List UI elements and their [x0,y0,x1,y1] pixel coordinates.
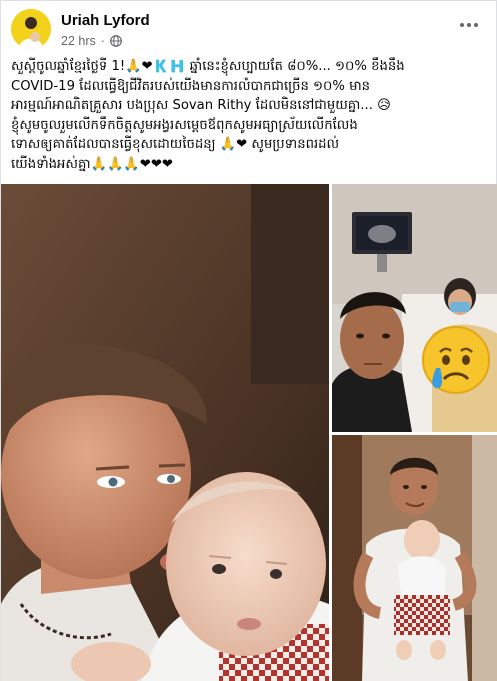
photo-man-kissing-baby[interactable] [1,184,329,681]
post-caption: សួស្ដីចូលឆ្នាំខ្មែរថ្ងៃទី 1!🙏❤🇰🇭 ឆ្នាំនេ… [11,57,489,174]
more-options-button[interactable] [454,13,484,37]
caption-line: អារម្មណ៍អាណិតគ្រួសារ បងប្រុស Sovan Rithy… [11,98,391,113]
profile-avatar[interactable] [11,9,51,49]
caption-line: COVID-19 ដែលធ្វើឱ្យជីវិតរបស់យើងមានការលំប… [11,78,370,94]
caption-line: ទោសឲ្យគាត់ដែលបានធ្វើខុសដោយចៃដន្យ 🙏❤ សូមប… [11,137,340,152]
photo-man-holding-baby[interactable] [332,435,497,681]
post-timestamp[interactable]: 22 hrs [61,34,96,48]
globe-icon [110,35,122,47]
more-options-dot [474,23,478,27]
caption-line: យើងទាំងអស់គ្នា🙏🙏🙏❤❤❤ [11,156,173,172]
more-options-dot [467,23,471,27]
post-meta: 22 hrs · [61,34,122,48]
more-options-icon [460,23,464,27]
photo-bottom-image [332,435,497,681]
post-header: Uriah Lyford 22 hrs · [11,9,488,53]
facebook-post: Uriah Lyford 22 hrs · សួស្ដីចូលឆ្នាំខ្មែ… [0,0,497,681]
crying-face-emoji [422,326,490,394]
caption-line: ខ្ញុំសូមចូលរួមលើកទឹកចិត្តសូមអង្វរសម្ដេចឪ… [11,117,358,133]
caption-line: សួស្ដីចូលឆ្នាំខ្មែរថ្ងៃទី 1!🙏❤🇰🇭 ឆ្នាំនេ… [11,59,405,74]
photo-grid [1,184,497,681]
author-name[interactable]: Uriah Lyford [61,12,150,29]
meta-separator: · [100,34,105,48]
photo-hospital-selfie[interactable] [332,184,497,432]
avatar-picture [11,9,51,49]
photo-main-image [1,184,329,681]
